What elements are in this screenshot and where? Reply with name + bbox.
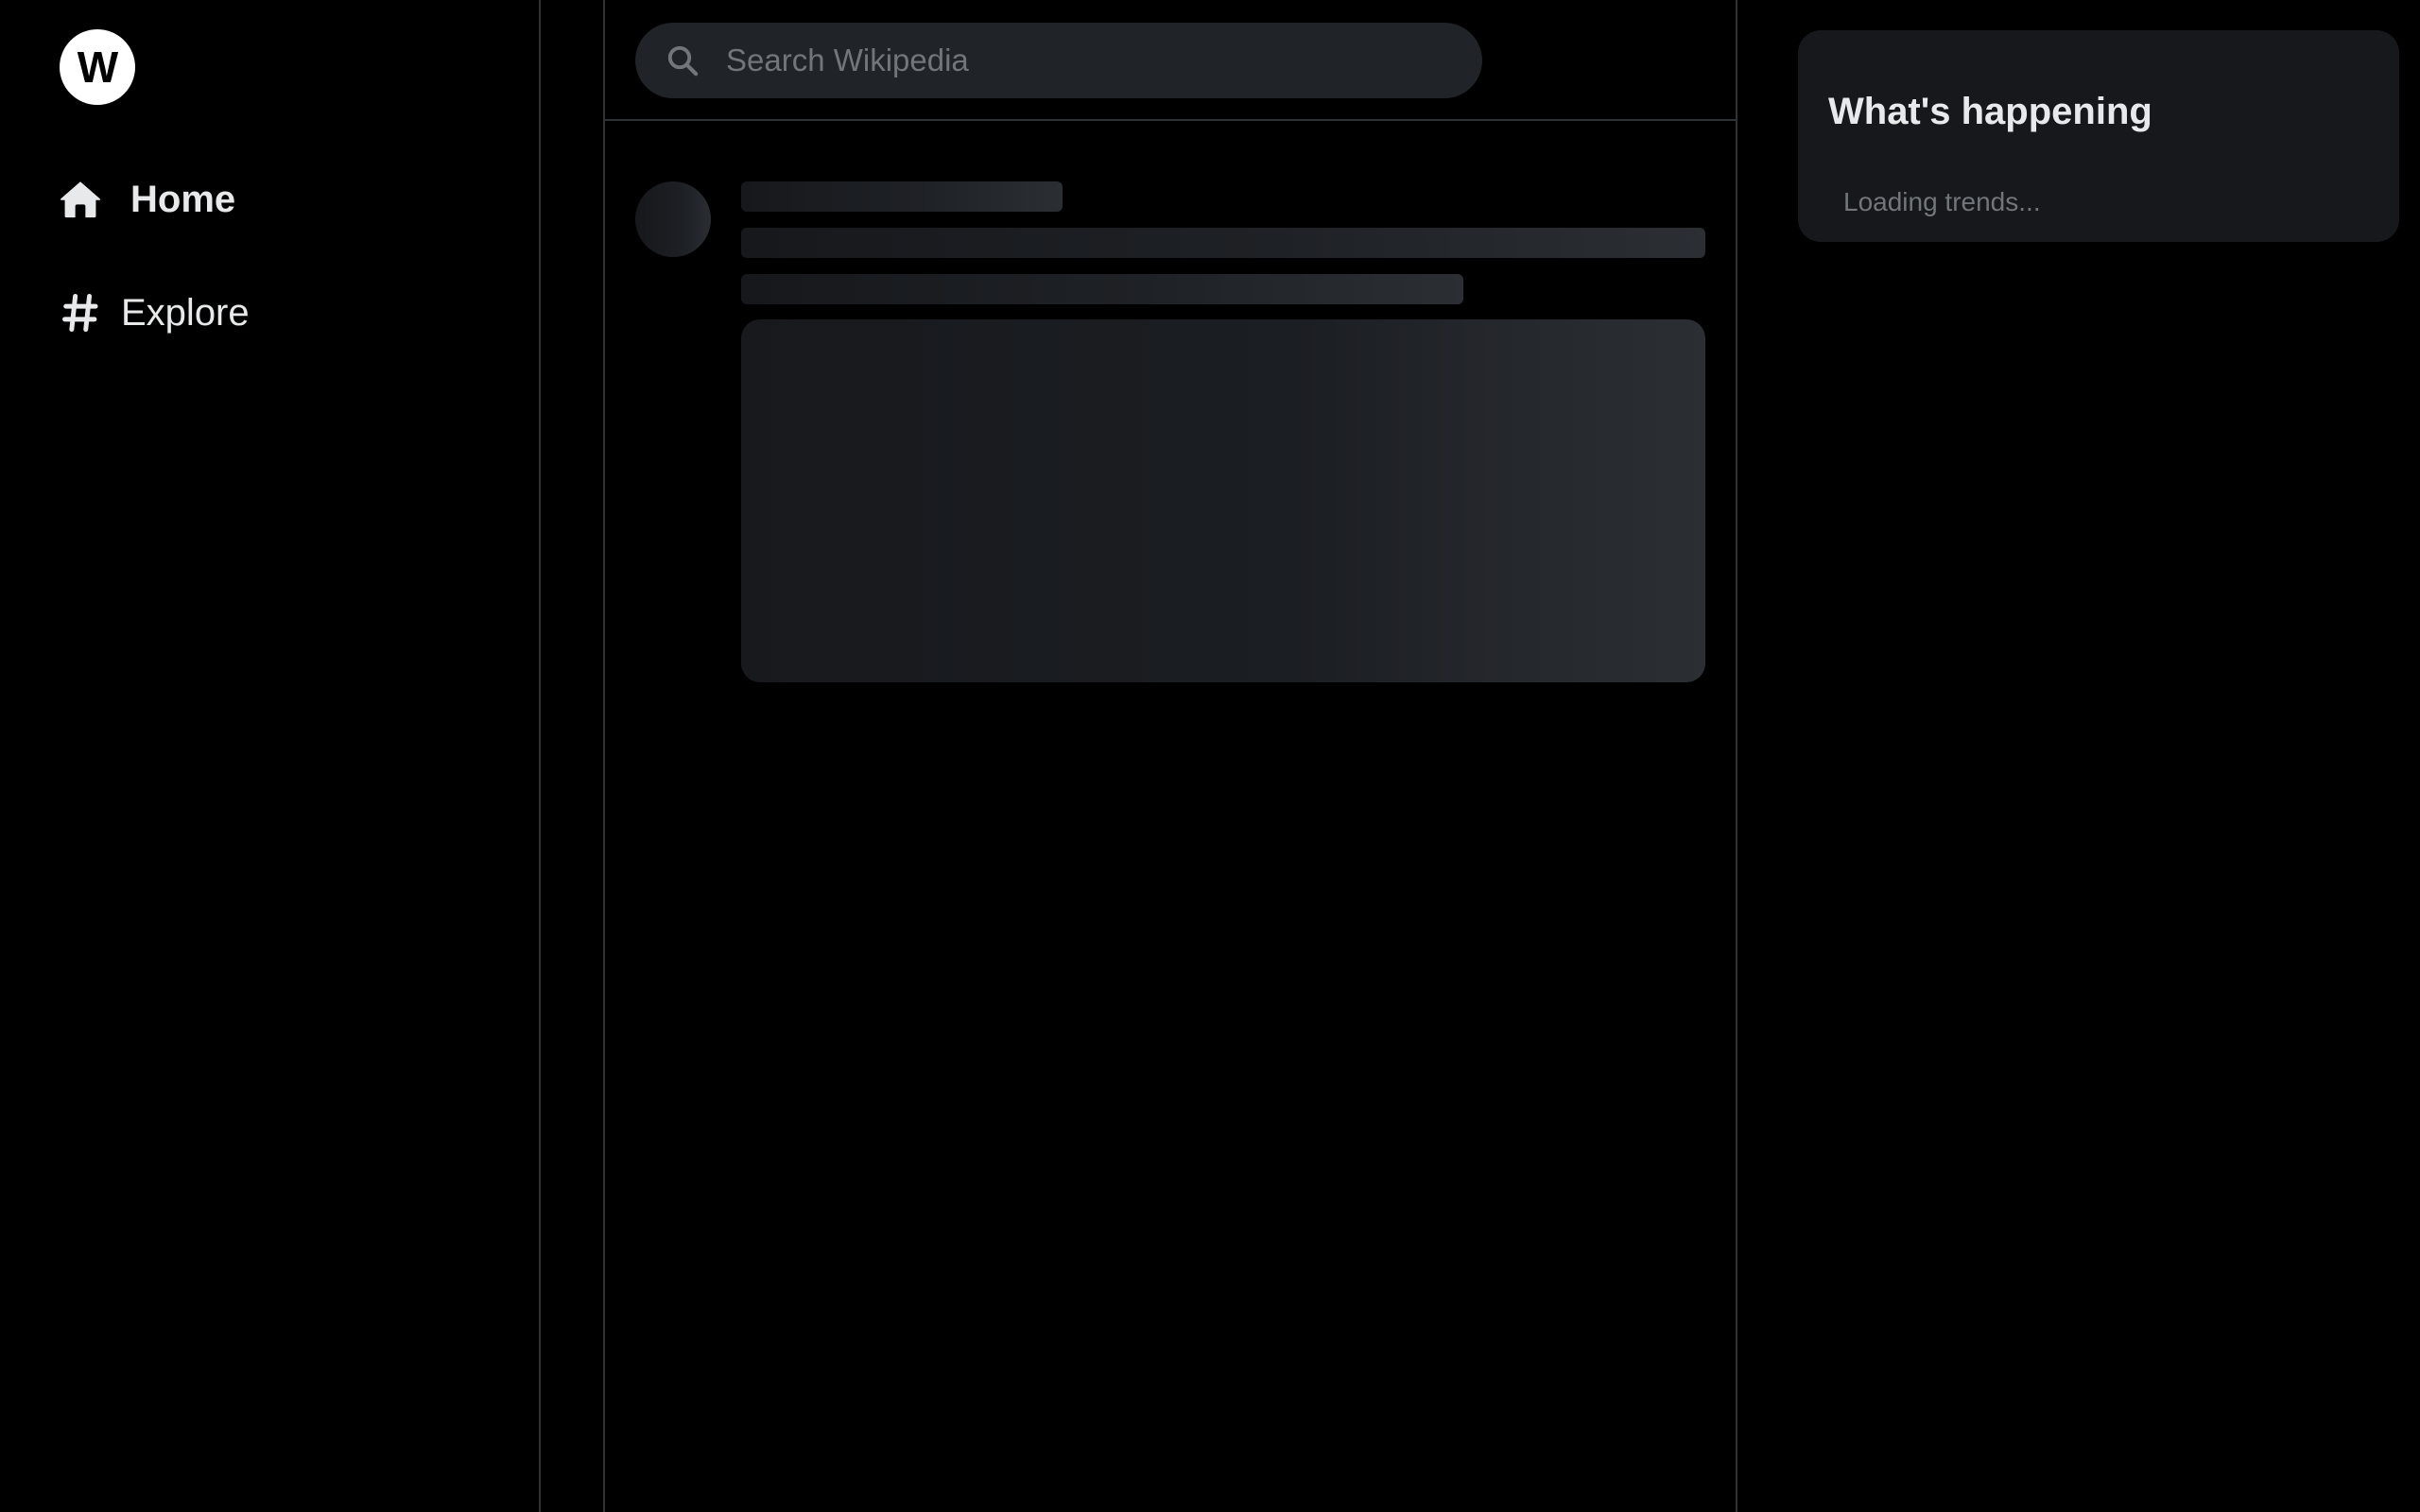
skeleton-text-line	[741, 274, 1463, 304]
search-header	[605, 0, 1736, 121]
hashtag-icon	[57, 289, 104, 336]
trends-loading-status: Loading trends...	[1843, 187, 2041, 216]
sidebar-item-label: Explore	[121, 291, 250, 334]
home-icon	[57, 176, 104, 223]
logo-text: W	[77, 43, 118, 92]
sidebar-item-label: Home	[130, 178, 236, 220]
trends-title: What's happening	[1828, 91, 2152, 132]
sidebar: W Home Explore	[0, 0, 541, 1512]
search-input[interactable]	[724, 31, 1446, 90]
wikipedia-logo-icon[interactable]: W	[60, 29, 135, 105]
sidebar-item-home[interactable]: Home	[57, 166, 235, 232]
skeleton-post	[635, 181, 1705, 682]
app-root: W Home Explore Search Wikipedia What's h…	[0, 0, 2420, 1512]
sidebar-item-explore[interactable]: Explore	[57, 280, 250, 346]
search-icon	[664, 42, 701, 79]
search-bar[interactable]	[635, 23, 1482, 98]
skeleton-media	[741, 319, 1705, 682]
main-feed-column	[603, 0, 1737, 1512]
skeleton-author-line	[741, 181, 1063, 212]
skeleton-text-line	[741, 228, 1705, 258]
skeleton-avatar	[635, 181, 711, 257]
trends-card: What's happening Loading trends...	[1798, 30, 2399, 242]
